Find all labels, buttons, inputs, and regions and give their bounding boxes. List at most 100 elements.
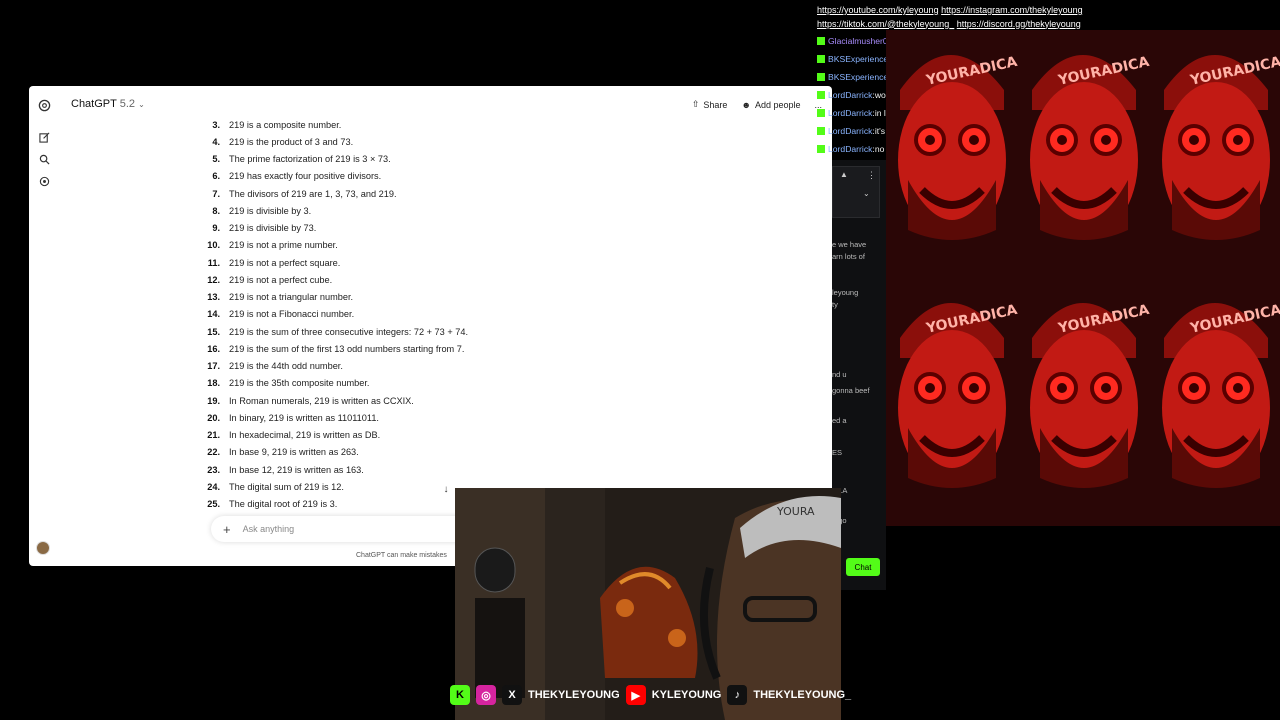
- model-selector[interactable]: ChatGPT 5.2 ⌄: [71, 98, 145, 110]
- emote-mosaic: YOURADICA YOURADICA YOURADICA YOURADICA YOUR…: [886, 30, 1280, 526]
- list-number: 20.: [207, 412, 220, 423]
- list-text: 219 is a composite number.: [229, 119, 342, 130]
- list-text: 219 is the 35th composite number.: [229, 378, 370, 389]
- list-text: In Roman numerals, 219 is written as CCX…: [229, 395, 414, 406]
- list-item: 11. 219 is not a perfect square.: [205, 254, 655, 271]
- disclaimer: ChatGPT can make mistakes: [356, 552, 447, 559]
- sidebar-rail: [29, 86, 59, 566]
- header-actions: ⇧ Share ☻ Add people ...: [692, 99, 822, 110]
- list-item: 22. In base 9, 219 is written as 263.: [205, 444, 655, 461]
- list-number: 9.: [212, 223, 220, 234]
- list-item: 10. 219 is not a prime number.: [205, 237, 655, 254]
- list-number: 12.: [207, 274, 220, 285]
- list-text: In hexadecimal, 219 is written as DB.: [229, 430, 381, 441]
- mosaic-graphic: YOURADICA YOURADICA YOURADICAYOURADICA YOUR…: [886, 30, 1280, 526]
- list-number: 7.: [212, 188, 220, 199]
- kick-badge-icon: [817, 91, 825, 99]
- chat-username[interactable]: BKSExperience: [828, 54, 888, 64]
- list-item: 9. 219 is divisible by 73.: [205, 220, 655, 237]
- kick-chat-popup: ▲ ⋮ ⌄: [832, 166, 880, 218]
- tiktok-icon: ♪: [727, 685, 748, 705]
- tiktok-link[interactable]: https://tiktok.com/@thekyleyoung_: [817, 19, 954, 29]
- kick-badge-icon: [817, 127, 825, 135]
- chat-fragment: arn lots of: [832, 252, 865, 261]
- person-icon: ☻: [741, 99, 751, 110]
- list-item: 5. The prime factorization of 219 is 3 × …: [205, 151, 655, 168]
- search-icon[interactable]: [37, 152, 51, 166]
- plus-icon[interactable]: +: [223, 522, 231, 537]
- list-number: 23.: [207, 464, 220, 475]
- youtube-link[interactable]: https://youtube.com/kyleyoung: [817, 5, 939, 15]
- list-item: 8. 219 is divisible by 3.: [205, 202, 655, 219]
- list-text: The digital sum of 219 is 12.: [229, 481, 344, 492]
- new-chat-icon[interactable]: [37, 130, 51, 144]
- app-title: ChatGPT: [71, 98, 117, 110]
- chevron-down-icon: ⌄: [138, 100, 145, 109]
- social-handle: THEKYLEYOUNG: [528, 689, 620, 701]
- scroll-down-button[interactable]: ↓: [439, 482, 453, 496]
- list-item: 6. 219 has exactly four positive divisors…: [205, 168, 655, 185]
- list-number: 3.: [212, 119, 220, 130]
- list-item: 19. In Roman numerals, 219 is written as …: [205, 392, 655, 409]
- openai-logo-icon[interactable]: [37, 98, 51, 112]
- chat-fragment: ES: [832, 448, 843, 457]
- kick-icon: K: [450, 685, 470, 705]
- chat-fragment: nd u: [832, 370, 847, 379]
- list-number: 6.: [212, 171, 220, 182]
- list-item: 4. 219 is the product of 3 and 73.: [205, 133, 655, 150]
- list-text: The divisors of 219 are 1, 3, 73, and 21…: [229, 188, 397, 199]
- list-number: 10.: [207, 240, 220, 251]
- list-item: 3. 219 is a composite number.: [205, 116, 655, 133]
- chat-username[interactable]: LordDarrick: [828, 144, 872, 154]
- chat-username[interactable]: Glacialmusher09: [828, 36, 892, 46]
- list-text: The prime factorization of 219 is 3 × 73…: [229, 154, 391, 165]
- list-number: 16.: [207, 343, 220, 354]
- chat-send-button[interactable]: Chat: [846, 558, 880, 576]
- list-number: 15.: [207, 326, 220, 337]
- list-text: 219 is the sum of three consecutive inte…: [229, 326, 469, 337]
- chevron-down-icon[interactable]: ⌄: [863, 189, 870, 198]
- list-text: 219 is not a prime number.: [229, 240, 338, 251]
- chat-username[interactable]: LordDarrick: [828, 90, 872, 100]
- list-number: 14.: [207, 309, 220, 320]
- model-version: 5.2: [119, 98, 136, 110]
- kick-badge-icon: [817, 109, 825, 117]
- youtube-icon: ▶: [625, 685, 646, 705]
- kick-badge-icon: [817, 73, 825, 81]
- list-text: In base 9, 219 is written as 263.: [229, 447, 359, 458]
- list-text: 219 is divisible by 3.: [229, 205, 312, 216]
- list-number: 19.: [207, 395, 220, 406]
- social-bar: K ◎ X THEKYLEYOUNG ▶ KYLEYOUNG ♪ THEKYLEYOUNG_: [450, 683, 851, 707]
- share-button[interactable]: ⇧ Share: [692, 99, 728, 110]
- list-text: 219 is not a perfect square.: [229, 257, 341, 268]
- avatar[interactable]: [36, 541, 50, 555]
- discord-link[interactable]: https://discord.gg/thekyleyoung: [957, 19, 1081, 29]
- composer-placeholder: Ask anything: [242, 524, 295, 534]
- kick-badge-icon: [817, 37, 825, 45]
- list-number: 17.: [207, 361, 220, 372]
- chat-username[interactable]: LordDarrick: [828, 126, 872, 136]
- list-item: 16. 219 is the sum of the first 13 odd nu…: [205, 340, 655, 357]
- instagram-link[interactable]: https://instagram.com/thekyleyoung: [941, 5, 1083, 15]
- x-icon: X: [502, 685, 522, 705]
- list-text: The digital root of 219 is 3.: [229, 499, 338, 510]
- chat-fragment: gonna beef: [832, 386, 870, 395]
- list-number: 21.: [207, 430, 220, 441]
- list-item: 17. 219 is the 44th odd number.: [205, 358, 655, 375]
- list-number: 5.: [212, 154, 220, 165]
- share-icon: ⇧: [691, 99, 700, 109]
- library-icon[interactable]: [37, 174, 51, 188]
- list-number: 24.: [207, 481, 220, 492]
- add-people-button[interactable]: ☻ Add people: [741, 100, 800, 110]
- list-number: 18.: [207, 378, 220, 389]
- chat-username[interactable]: BKSExperience: [828, 72, 888, 82]
- list-item: 20. In binary, 219 is written as 11011011…: [205, 409, 655, 426]
- chat-username[interactable]: LordDarrick: [828, 108, 872, 118]
- more-vertical-icon[interactable]: ⋮: [867, 170, 876, 181]
- pin-icon[interactable]: ▲: [840, 170, 848, 179]
- list-text: 219 is the sum of the first 13 odd numbe…: [229, 343, 465, 354]
- chat-fragment: ty: [832, 300, 838, 309]
- chat-fragment: e we have: [832, 240, 867, 249]
- chat-fragment: leyoung: [832, 288, 859, 297]
- list-item: 23. In base 12, 219 is written as 163.: [205, 461, 655, 478]
